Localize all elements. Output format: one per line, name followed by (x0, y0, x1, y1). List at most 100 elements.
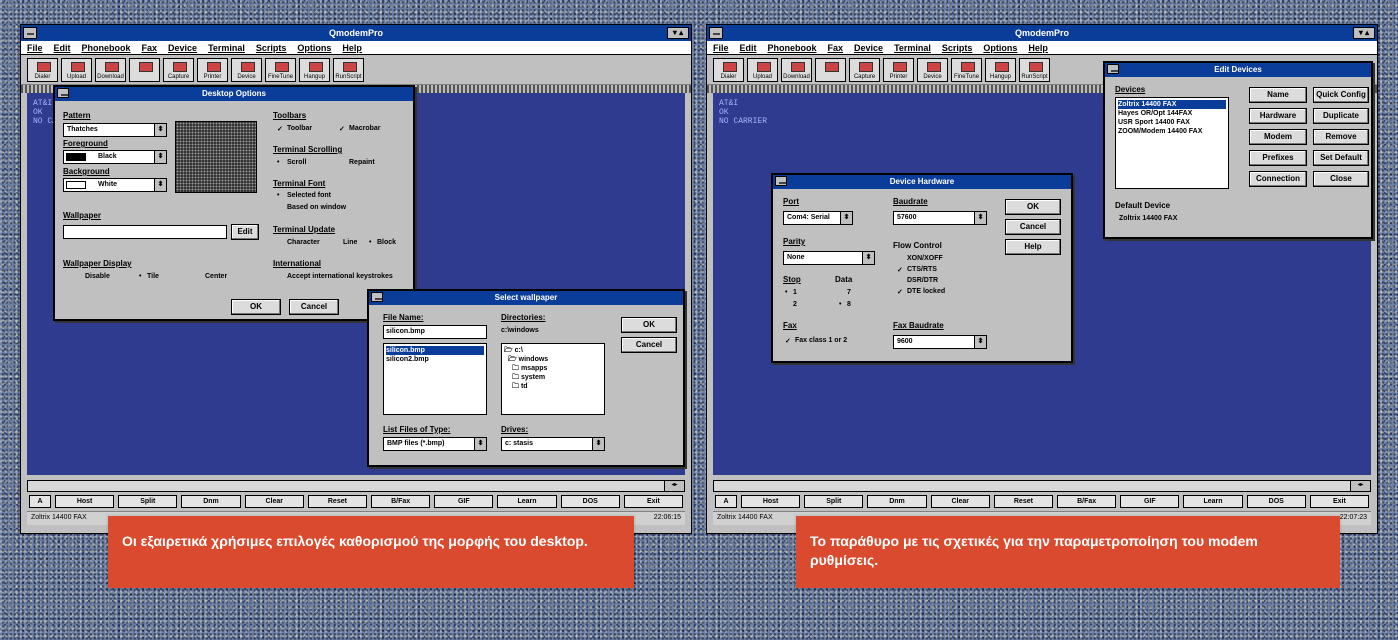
fkey-gif[interactable]: GIF (1120, 495, 1180, 508)
duplicate-button[interactable]: Duplicate (1313, 108, 1369, 124)
devices-list[interactable]: Zoltrix 14400 FAX Hayes OR/Opt 144FAX US… (1115, 97, 1229, 189)
menu-help[interactable]: Help (1028, 43, 1048, 53)
runscript-button[interactable]: RunScript (1019, 58, 1050, 82)
cancel-button[interactable]: Cancel (621, 337, 677, 353)
system-menu-icon[interactable] (57, 88, 69, 98)
system-menu-icon[interactable] (775, 176, 787, 186)
scroll-arrows-icon[interactable]: ◂▸ (1350, 481, 1370, 491)
fax-baudrate-select[interactable]: 9600 (893, 335, 987, 349)
fkey-bfax[interactable]: B/Fax (371, 495, 431, 508)
edit-button[interactable]: Edit (231, 224, 259, 240)
data-7-radio[interactable]: 7 (847, 289, 851, 296)
toolbar-checkbox[interactable]: Toolbar (287, 125, 312, 132)
data-8-radio[interactable]: 8 (847, 301, 851, 308)
dte-locked-checkbox[interactable]: DTE locked (907, 288, 945, 295)
port-select[interactable]: Com4: Serial (783, 211, 853, 225)
stop-1-radio[interactable]: 1 (793, 289, 797, 296)
download-button[interactable]: Download (781, 58, 812, 82)
horizontal-scrollbar[interactable]: ◂▸ (27, 480, 685, 492)
fkey-split[interactable]: Split (804, 495, 864, 508)
menu-phonebook[interactable]: Phonebook (82, 43, 131, 53)
fkey-gif[interactable]: GIF (434, 495, 494, 508)
fkey-exit[interactable]: Exit (1309, 495, 1370, 508)
fkey-split[interactable]: Split (118, 495, 178, 508)
selected-font-radio[interactable]: Selected font (287, 192, 331, 199)
hardware-button[interactable]: Hardware (1249, 108, 1307, 124)
download-button[interactable]: Download (95, 58, 126, 82)
list-item[interactable]: 🗀 td (504, 382, 602, 391)
fkey-dnm[interactable]: Dnm (181, 495, 241, 508)
menu-options[interactable]: Options (983, 43, 1017, 53)
menu-scripts[interactable]: Scripts (942, 43, 973, 53)
runscript-button[interactable]: RunScript (333, 58, 364, 82)
window-controls[interactable]: ▾ ▴ (667, 27, 689, 39)
printer-button[interactable]: Printer (883, 58, 914, 82)
remove-button[interactable]: Remove (1313, 129, 1369, 145)
ok-button[interactable]: OK (1005, 199, 1061, 215)
fkey-dos[interactable]: DOS (560, 495, 620, 508)
toolbar-button-blank[interactable] (129, 58, 160, 82)
menu-scripts[interactable]: Scripts (256, 43, 287, 53)
list-item[interactable]: Hayes OR/Opt 144FAX (1118, 109, 1226, 118)
list-item[interactable]: silicon2.bmp (386, 355, 484, 364)
menu-terminal[interactable]: Terminal (208, 43, 245, 53)
based-on-window-radio[interactable]: Based on window (287, 204, 346, 211)
finetune-button[interactable]: FineTune (265, 58, 296, 82)
quick-config-button[interactable]: Quick Config (1313, 87, 1369, 103)
list-item[interactable]: USR Sport 14400 FAX (1118, 118, 1226, 127)
baudrate-select[interactable]: 57600 (893, 211, 987, 225)
dialer-button[interactable]: Dialer (27, 58, 58, 82)
window-controls[interactable]: ▾ ▴ (1353, 27, 1375, 39)
display-center-radio[interactable]: Center (205, 273, 227, 280)
list-item[interactable]: silicon.bmp (386, 346, 484, 355)
block-radio[interactable]: Block (377, 239, 396, 246)
connection-button[interactable]: Connection (1249, 171, 1307, 187)
file-types-select[interactable]: BMP files (*.bmp) (383, 437, 487, 451)
fkey-reset[interactable]: Reset (307, 495, 368, 508)
list-item[interactable]: 🗀 msapps (504, 364, 602, 373)
prefixes-button[interactable]: Prefixes (1249, 150, 1307, 166)
list-item[interactable]: Zoltrix 14400 FAX (1118, 100, 1226, 109)
modem-button[interactable]: Modem (1249, 129, 1307, 145)
international-checkbox[interactable]: Accept international keystrokes (287, 273, 393, 280)
directory-list[interactable]: 🗁 c:\ 🗁 windows 🗀 msapps 🗀 system 🗀 td (501, 343, 605, 415)
menu-terminal[interactable]: Terminal (894, 43, 931, 53)
set-default-button[interactable]: Set Default (1313, 150, 1369, 166)
list-item[interactable]: 🗀 system (504, 373, 602, 382)
menu-device[interactable]: Device (854, 43, 883, 53)
menu-fax[interactable]: Fax (142, 43, 158, 53)
fkey-reset[interactable]: Reset (993, 495, 1054, 508)
line-radio[interactable]: Line (343, 239, 357, 246)
device-button[interactable]: Device (231, 58, 262, 82)
repaint-radio[interactable]: Repaint (349, 159, 375, 166)
menu-file[interactable]: File (27, 43, 43, 53)
ok-button[interactable]: OK (621, 317, 677, 333)
device-button[interactable]: Device (917, 58, 948, 82)
dialer-button[interactable]: Dialer (713, 58, 744, 82)
help-button[interactable]: Help (1005, 239, 1061, 255)
fkey-learn[interactable]: Learn (1183, 495, 1243, 508)
character-radio[interactable]: Character (287, 239, 320, 246)
capture-button[interactable]: Capture (849, 58, 880, 82)
hangup-button[interactable]: Hangup (985, 58, 1016, 82)
printer-button[interactable]: Printer (197, 58, 228, 82)
fkey-exit[interactable]: Exit (623, 495, 684, 508)
fkey-clear[interactable]: Clear (930, 495, 990, 508)
menu-options[interactable]: Options (297, 43, 331, 53)
upload-button[interactable]: Upload (61, 58, 92, 82)
display-tile-radio[interactable]: Tile (147, 273, 159, 280)
fkey-dos[interactable]: DOS (1246, 495, 1306, 508)
fkey-a[interactable]: A (715, 495, 737, 508)
menu-edit[interactable]: Edit (740, 43, 757, 53)
system-menu-icon[interactable] (709, 27, 723, 39)
list-item[interactable]: 🗁 c:\ (504, 346, 602, 355)
drives-select[interactable]: c: stasis (501, 437, 605, 451)
system-menu-icon[interactable] (371, 292, 383, 302)
fkey-host[interactable]: Host (55, 495, 115, 508)
menu-device[interactable]: Device (168, 43, 197, 53)
wallpaper-input[interactable] (63, 225, 227, 239)
system-menu-icon[interactable] (23, 27, 37, 39)
fkey-clear[interactable]: Clear (244, 495, 304, 508)
cts-rts-checkbox[interactable]: CTS/RTS (907, 266, 937, 273)
file-name-input[interactable]: silicon.bmp (383, 325, 487, 339)
